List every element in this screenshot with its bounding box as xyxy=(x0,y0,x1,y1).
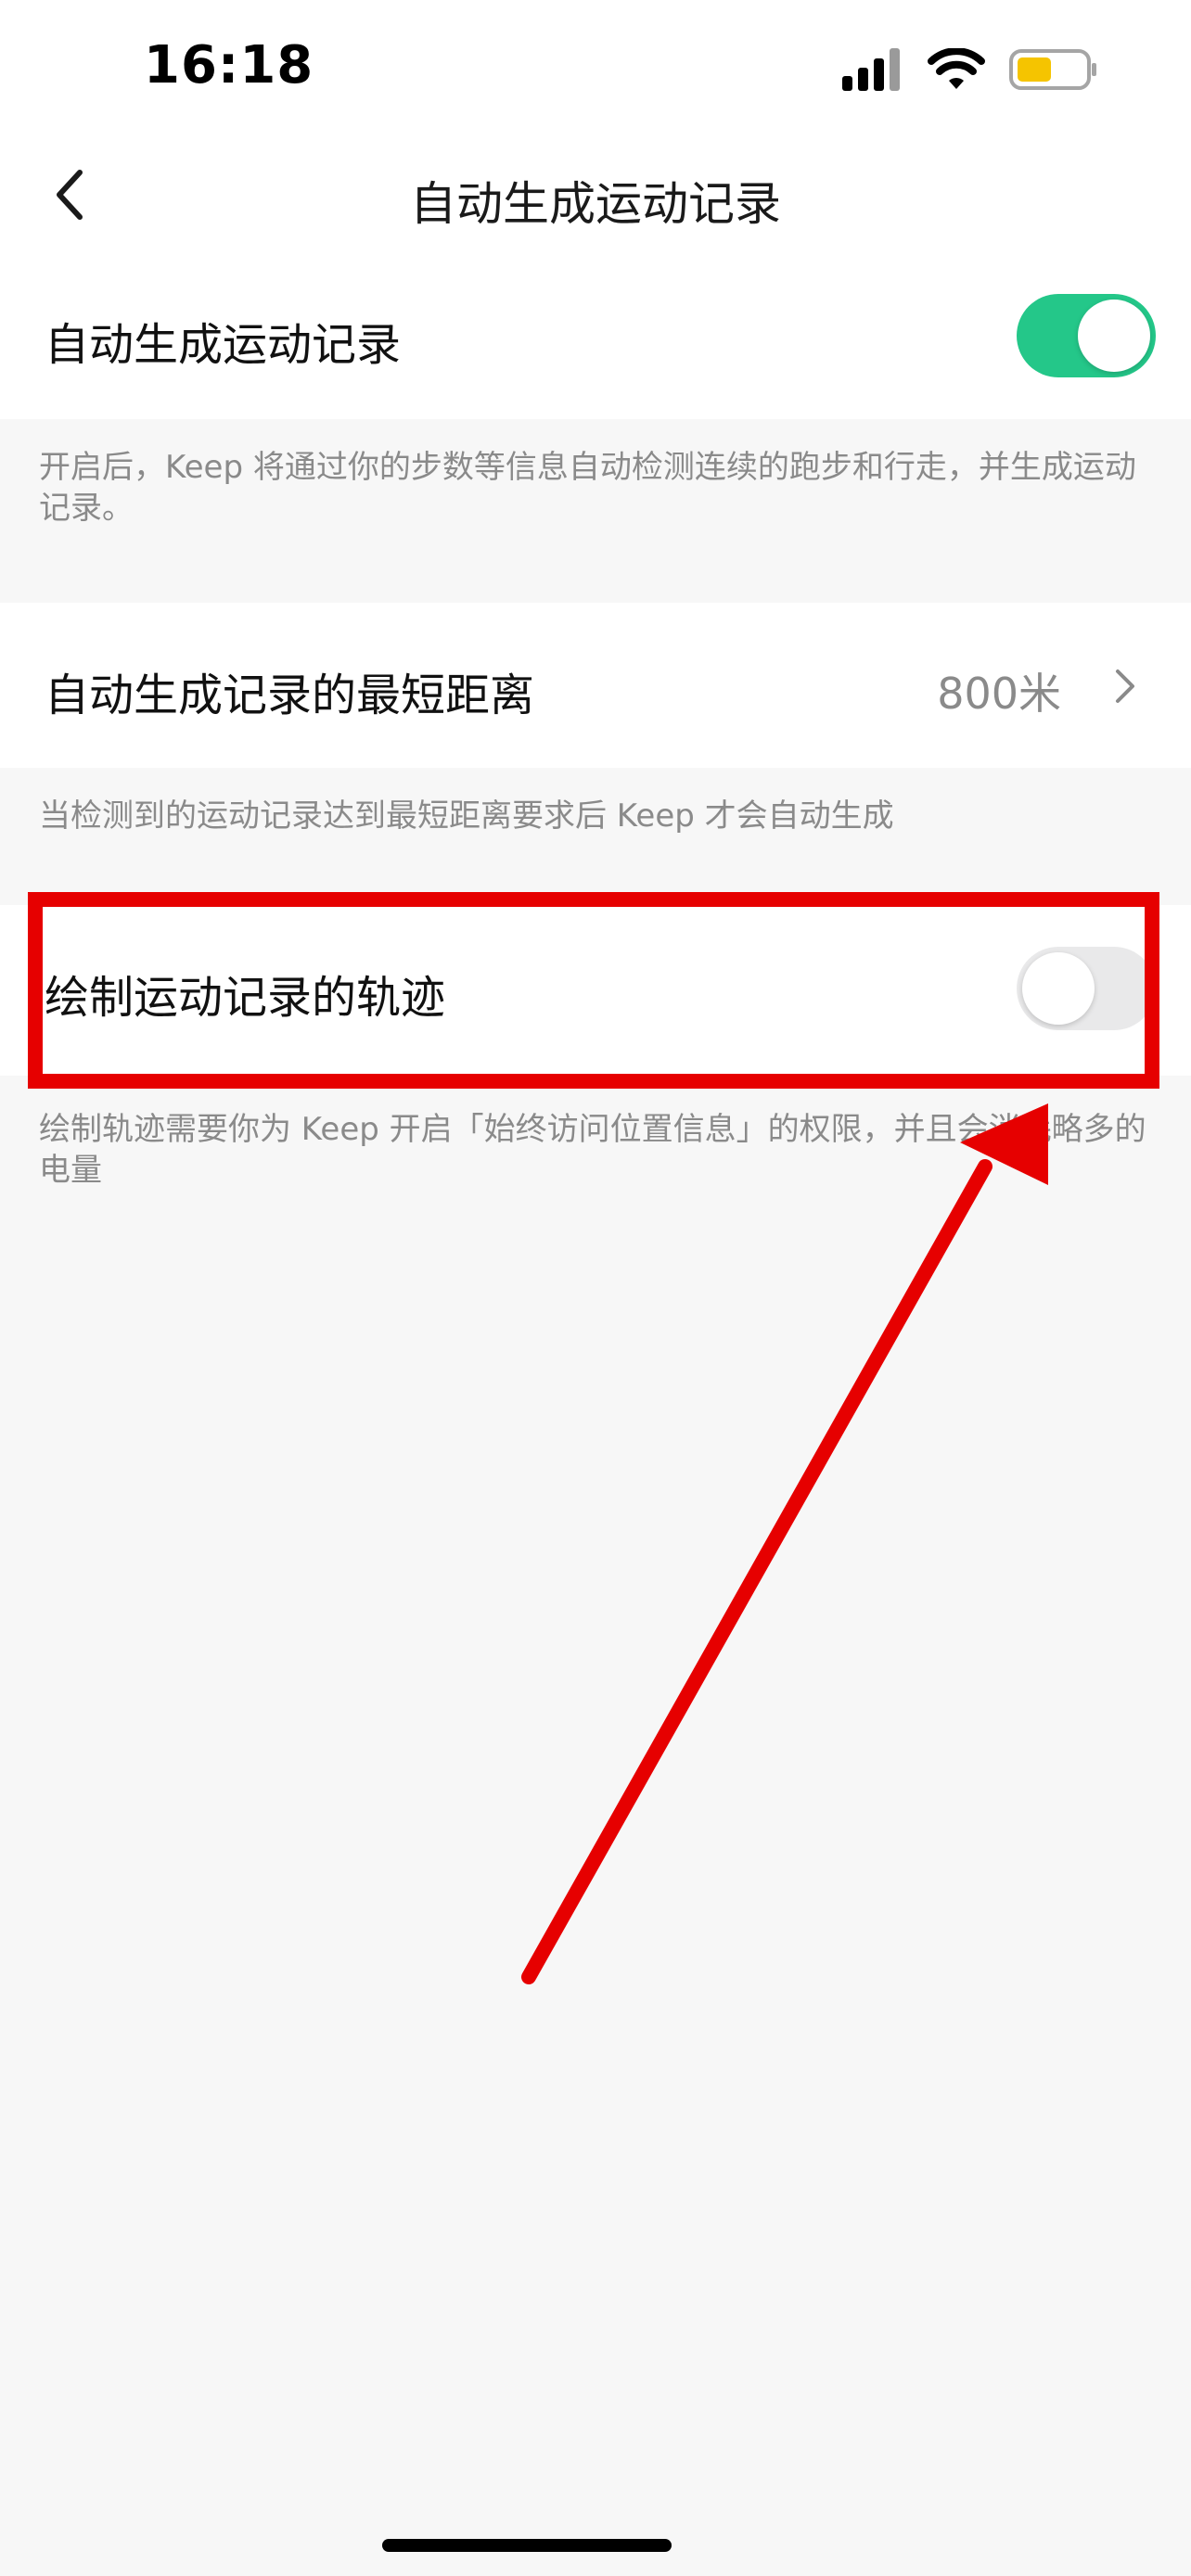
toggle-knob xyxy=(1022,952,1095,1025)
cellular-signal-icon xyxy=(842,48,900,91)
min-distance-label: 自动生成记录的最短距离 xyxy=(45,670,535,721)
auto-record-description: 开启后，Keep 将通过你的步数等信息自动检测连续的跑步和行走，并生成运动记录。 xyxy=(39,449,1136,527)
status-time: 16:18 xyxy=(144,35,314,96)
chevron-right-icon xyxy=(1116,670,1134,703)
draw-track-row: 绘制运动记录的轨迹 xyxy=(0,905,1191,1076)
page-title: 自动生成运动记录 xyxy=(410,177,781,231)
toggle-knob xyxy=(1078,300,1150,372)
min-distance-description: 当检测到的运动记录达到最短距离要求后 Keep 才会自动生成 xyxy=(39,797,894,835)
draw-track-description: 绘制轨迹需要你为 Keep 开启「始终访问位置信息」的权限，并且会消耗略多的电量 xyxy=(39,1111,1146,1189)
auto-record-toggle[interactable] xyxy=(1017,294,1156,377)
battery-icon xyxy=(1009,49,1096,90)
min-distance-row[interactable]: 自动生成记录的最短距离 800米 xyxy=(0,603,1191,768)
navigation-bar: 自动生成运动记录 xyxy=(0,139,1191,250)
wifi-icon xyxy=(928,48,985,89)
min-distance-value: 800米 xyxy=(937,669,1061,719)
home-indicator xyxy=(382,2539,672,2552)
draw-track-toggle[interactable] xyxy=(1017,947,1156,1030)
status-icons xyxy=(842,42,1098,97)
draw-track-label: 绘制运动记录的轨迹 xyxy=(45,972,446,1024)
status-bar: 16:18 xyxy=(0,0,1191,139)
auto-record-label: 自动生成运动记录 xyxy=(45,319,402,371)
auto-record-row: 自动生成运动记录 xyxy=(0,250,1191,419)
